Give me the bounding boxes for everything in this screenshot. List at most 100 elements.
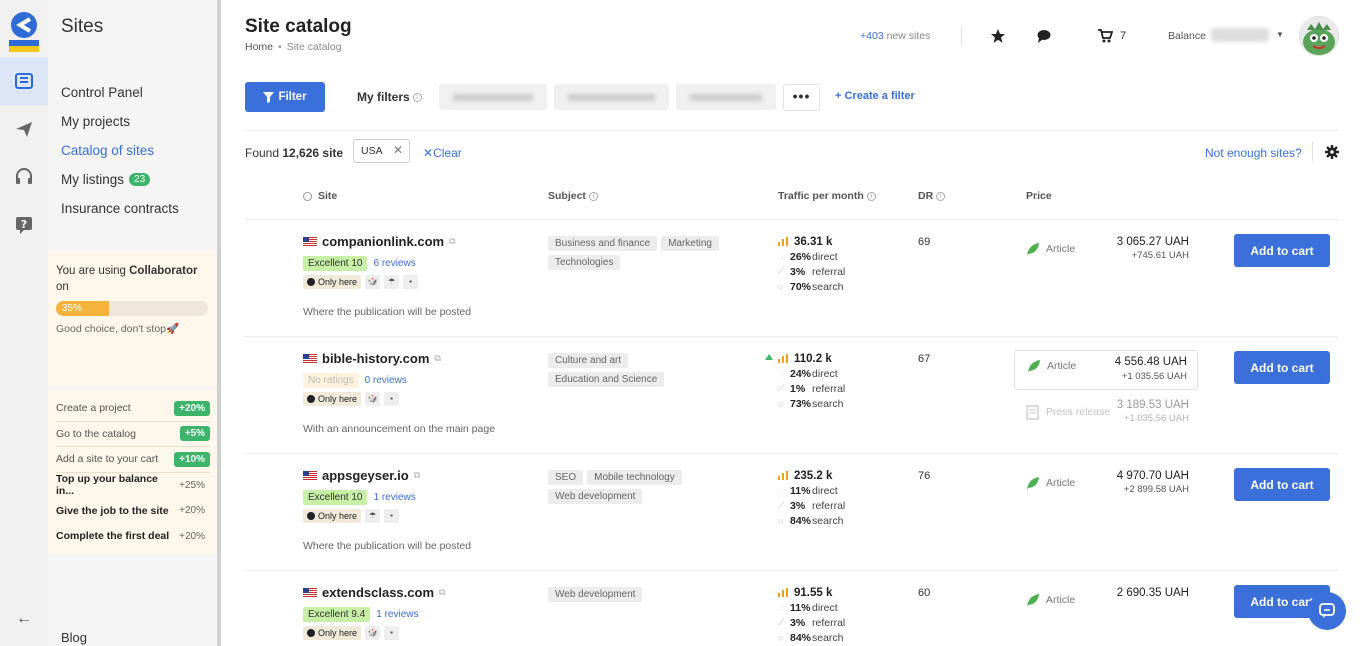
cart-count[interactable]: 7 [1120,30,1126,42]
balance-label: Balance [1168,30,1206,42]
price-offer[interactable]: Article 4 970.70 UAH +2 899.58 UAH [1025,468,1189,508]
collapse-arrow-icon[interactable]: ← [16,610,32,628]
external-link-icon[interactable]: ⧉ [449,236,455,247]
search-icon: ○ [778,398,784,409]
reviews-link[interactable]: 1 reviews [373,492,415,503]
price-offer[interactable]: Press release 3 189.53 UAH +1 035.56 UAH [1025,397,1189,437]
site-name[interactable]: companionlink.com [322,234,444,249]
active-filter-tag[interactable]: USA ✕ [353,139,410,163]
site-name[interactable]: bible-history.com [322,351,429,366]
search-value: 73% [790,397,812,410]
filter-button[interactable]: Filter [245,82,325,112]
add-to-cart-button[interactable]: Add to cart [1234,234,1330,267]
clear-filters-link[interactable]: ✕Clear [423,146,462,160]
task-item[interactable]: Top up your balance in... +25% [56,473,210,499]
info-icon[interactable]: i [412,93,422,103]
brand-logo[interactable] [8,10,40,54]
only-here-label: Only here [318,628,358,638]
catalog-icon[interactable] [0,57,48,105]
site-name[interactable]: appsgeyser.io [322,468,409,483]
support-chat-button[interactable] [1308,592,1346,630]
site-title[interactable]: appsgeyser.io ⧉ [303,468,420,483]
saved-filter-chip[interactable] [439,84,547,110]
results-count: Found 12,626 site [245,146,343,160]
task-item[interactable]: Go to the catalog +5% [56,422,210,447]
more-filters-button[interactable]: ••• [783,84,820,111]
sidebar-item-label: Insurance contracts [61,201,179,216]
remove-tag-icon[interactable]: ✕ [393,143,403,157]
direct-label: direct [812,601,838,614]
messages-icon[interactable] [1036,28,1052,44]
send-icon[interactable] [0,105,48,153]
headset-icon[interactable] [0,153,48,201]
balance-dropdown-icon[interactable]: ▼ [1276,30,1284,39]
pharmacy-icon: ☂ [384,275,400,289]
add-to-cart-button[interactable]: Add to cart [1234,468,1330,501]
subject-tag: Marketing [661,236,719,251]
traffic-total: 110.2 k [794,352,832,365]
reviews-link[interactable]: 1 reviews [376,609,418,620]
column-header-dr[interactable]: DR i [918,190,946,202]
reviews-link[interactable]: 6 reviews [373,258,415,269]
price-offer[interactable]: Article 3 065.27 UAH +745.61 UAH [1025,234,1189,274]
price-offer[interactable]: Article 2 690.35 UAH [1025,585,1189,625]
saved-filter-chip[interactable] [554,84,669,110]
search-icon: ○ [778,515,784,526]
task-item[interactable]: Give the job to the site +20% [56,498,210,524]
column-header-site[interactable]: Site [303,190,337,202]
add-to-cart-button[interactable]: Add to cart [1234,351,1330,384]
task-item[interactable]: Complete the first deal +20% [56,524,210,550]
breadcrumb-home[interactable]: Home [245,41,273,53]
avatar[interactable] [1299,16,1339,56]
search-label: search [812,280,844,293]
comment-icon: ▪ [384,392,400,406]
external-link-icon[interactable]: ⧉ [439,587,445,598]
site-name[interactable]: extendsclass.com [322,585,434,600]
task-item[interactable]: Create a project +20% [56,396,210,422]
not-enough-sites-link[interactable]: Not enough sites? [1205,146,1302,160]
favorites-star-icon[interactable] [990,28,1006,44]
task-item[interactable]: Add a site to your cart +10% [56,447,210,473]
site-title[interactable]: companionlink.com ⧉ [303,234,456,249]
sidebar-title: Sites [61,16,104,37]
blurred-text [568,94,655,101]
sidebar-item-catalog[interactable]: Catalog of sites [61,136,179,165]
gear-icon[interactable] [1325,145,1339,159]
found-count: 12,626 site [282,146,344,160]
subject-tag: Technologies [548,255,621,270]
site-title[interactable]: extendsclass.com ⧉ [303,585,445,600]
site-badges: Only here 🎲 ▪ [303,392,400,406]
balance-value-blurred[interactable] [1211,28,1269,42]
sidebar-scrollbar[interactable] [217,0,221,646]
referral-value: 1% [790,382,806,395]
trend-up-icon [765,354,773,360]
traffic-bars-icon [778,237,788,246]
create-filter-link[interactable]: + Create a filter [835,90,915,102]
subject-tag: Web development [548,489,643,504]
blog-link[interactable]: Blog [61,630,87,645]
active-filter-label: USA [361,145,383,157]
sidebar-item-my-projects[interactable]: My projects [61,107,179,136]
check-icon [307,395,315,403]
cart-icon[interactable] [1097,28,1113,44]
offer-type: Article [1047,360,1077,372]
column-header-price[interactable]: Price [1026,190,1052,202]
price-offer-selected[interactable]: Article 4 556.48 UAH +1 035.56 UAH [1014,350,1198,390]
site-title[interactable]: bible-history.com ⧉ [303,351,441,366]
column-header-traffic[interactable]: Traffic per month i [778,190,876,202]
sidebar-item-control-panel[interactable]: Control Panel [61,78,179,107]
sidebar-item-my-listings[interactable]: My listings 23 [61,165,179,194]
external-link-icon[interactable]: ⧉ [434,353,440,364]
sidebar-item-insurance[interactable]: Insurance contracts [61,194,179,223]
saved-filter-chip[interactable] [676,84,776,110]
subject-tag: Education and Science [548,372,665,387]
subject-tag: Web development [548,587,643,602]
reviews-link[interactable]: 0 reviews [365,375,407,386]
column-header-subject[interactable]: Subject i [548,190,598,202]
external-link-icon[interactable]: ⧉ [414,470,420,481]
column-label: Price [1026,190,1052,202]
new-sites-link[interactable]: +403 new sites [860,30,930,42]
traffic-total: 235.2 k [794,469,833,482]
help-icon[interactable]: ? [0,201,48,249]
pharmacy-icon: ☂ [365,509,381,523]
